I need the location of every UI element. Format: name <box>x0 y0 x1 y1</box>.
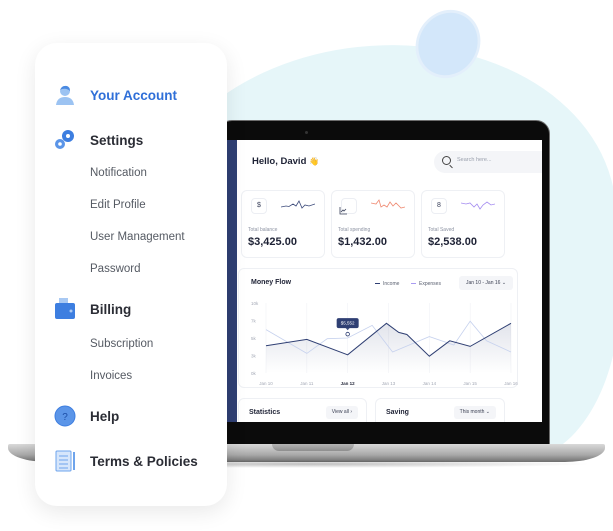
submenu-notification[interactable]: Notification <box>90 167 147 179</box>
sparkline <box>461 201 495 210</box>
laptop-screen: Hello, David 👋 Search here... $ Total ba… <box>227 140 542 422</box>
menu-label: Settings <box>90 132 144 148</box>
dashboard-header: Hello, David 👋 Search here... <box>237 140 542 185</box>
legend-income: Income <box>375 281 399 287</box>
statistics-card: Statistics View all › <box>238 398 367 422</box>
svg-text:?: ? <box>62 412 68 423</box>
laptop-notch <box>272 444 354 451</box>
y-tick-label: 3k <box>251 354 257 359</box>
money-flow-title: Money Flow <box>251 279 292 286</box>
stat-card-balance[interactable]: $ Total balance $3,425.00 <box>241 190 325 258</box>
dollar-icon: $ <box>251 198 267 214</box>
income-area <box>266 323 511 373</box>
chevron-down-icon: ⌄ <box>501 280 507 286</box>
dashboard-sidebar <box>227 140 237 422</box>
saving-card: Saving This month ⌄ <box>375 398 505 422</box>
submenu-edit-profile[interactable]: Edit Profile <box>90 199 146 211</box>
tooltip-point <box>345 331 350 337</box>
greeting-text: Hello, David <box>252 156 307 167</box>
stat-card-spending[interactable]: Total spending $1,432.00 <box>331 190 415 258</box>
user-icon <box>56 85 74 105</box>
laptop-camera <box>305 131 308 134</box>
search-icon <box>442 156 451 165</box>
settings-menu: Your Account Settings Notification Edit … <box>35 43 227 506</box>
legend-label: Income <box>383 281 400 287</box>
stat-label: Total spending <box>338 227 371 233</box>
y-tick-label: 10k <box>251 301 259 306</box>
y-tick-label: 5k <box>251 336 257 341</box>
menu-label: Help <box>90 408 120 424</box>
menu-label: Terms & Policies <box>90 453 198 469</box>
this-month-label: This month <box>459 409 485 415</box>
x-tick-label: Jan 12 <box>341 381 356 386</box>
legend-expenses: Expenses <box>411 281 441 287</box>
y-tick-label: 7k <box>251 319 257 324</box>
submenu-password[interactable]: Password <box>90 263 141 275</box>
gears-icon <box>55 130 74 149</box>
stat-value: $1,432.00 <box>338 236 387 248</box>
sparkline <box>281 200 315 209</box>
chart-icon <box>339 198 357 215</box>
stat-card-saved[interactable]: 8 Total Saved $2,538.00 <box>421 190 505 258</box>
stat-label: Total balance <box>248 227 278 233</box>
tooltip-pointer <box>345 328 350 331</box>
sparkline <box>371 199 405 209</box>
stat-value: $3,425.00 <box>248 236 297 248</box>
date-range-label: Jan 10 - Jan 16 <box>465 280 501 286</box>
statistics-title: Statistics <box>249 409 281 416</box>
date-range-dropdown[interactable]: Jan 10 - Jan 16 ⌄ <box>459 276 513 290</box>
wallet-icon <box>55 298 75 319</box>
saving-title: Saving <box>386 409 409 416</box>
tooltip-label: $5,552 <box>341 321 355 326</box>
saving-icon: 8 <box>431 198 447 214</box>
legend-label: Expenses <box>419 281 441 287</box>
document-list-icon <box>55 450 75 472</box>
submenu-invoices[interactable]: Invoices <box>90 370 132 382</box>
menu-label: Your Account <box>90 87 177 103</box>
this-month-dropdown[interactable]: This month ⌄ <box>453 406 496 419</box>
x-tick-label: Jan 13 <box>382 381 396 386</box>
menu-label: Billing <box>90 301 132 317</box>
money-flow-card: Money Flow Income Expenses Jan 10 - Jan … <box>238 268 518 388</box>
submenu-user-management[interactable]: User Management <box>90 231 185 243</box>
stat-value: $2,538.00 <box>428 236 477 248</box>
stat-label: Total Saved <box>428 227 455 233</box>
x-tick-label: Jan 15 <box>463 381 477 386</box>
search-input[interactable]: Search here... <box>434 151 542 173</box>
wave-icon: 👋 <box>309 157 319 166</box>
view-all-button[interactable]: View all › <box>325 406 358 419</box>
y-tick-label: 0k <box>251 371 257 376</box>
x-tick-label: Jan 14 <box>423 381 437 386</box>
greeting: Hello, David 👋 <box>252 156 319 167</box>
money-flow-chart: 0k 3k 5k 7k 10k Jan 10 Jan 11 Jan 12 Jan 13 Jan 1… <box>251 301 518 386</box>
view-all-label: View all <box>331 409 349 415</box>
x-tick-label: Jan 11 <box>300 381 314 386</box>
x-tick-label: Jan 16 <box>504 381 518 386</box>
stage: Hello, David 👋 Search here... $ Total ba… <box>0 0 613 531</box>
help-icon: ? <box>54 405 76 427</box>
submenu-subscription[interactable]: Subscription <box>90 338 153 350</box>
chevron-right-icon: › <box>350 409 352 415</box>
search-placeholder: Search here... <box>457 157 492 163</box>
chevron-down-icon: ⌄ <box>485 409 490 415</box>
x-tick-label: Jan 10 <box>259 381 273 386</box>
